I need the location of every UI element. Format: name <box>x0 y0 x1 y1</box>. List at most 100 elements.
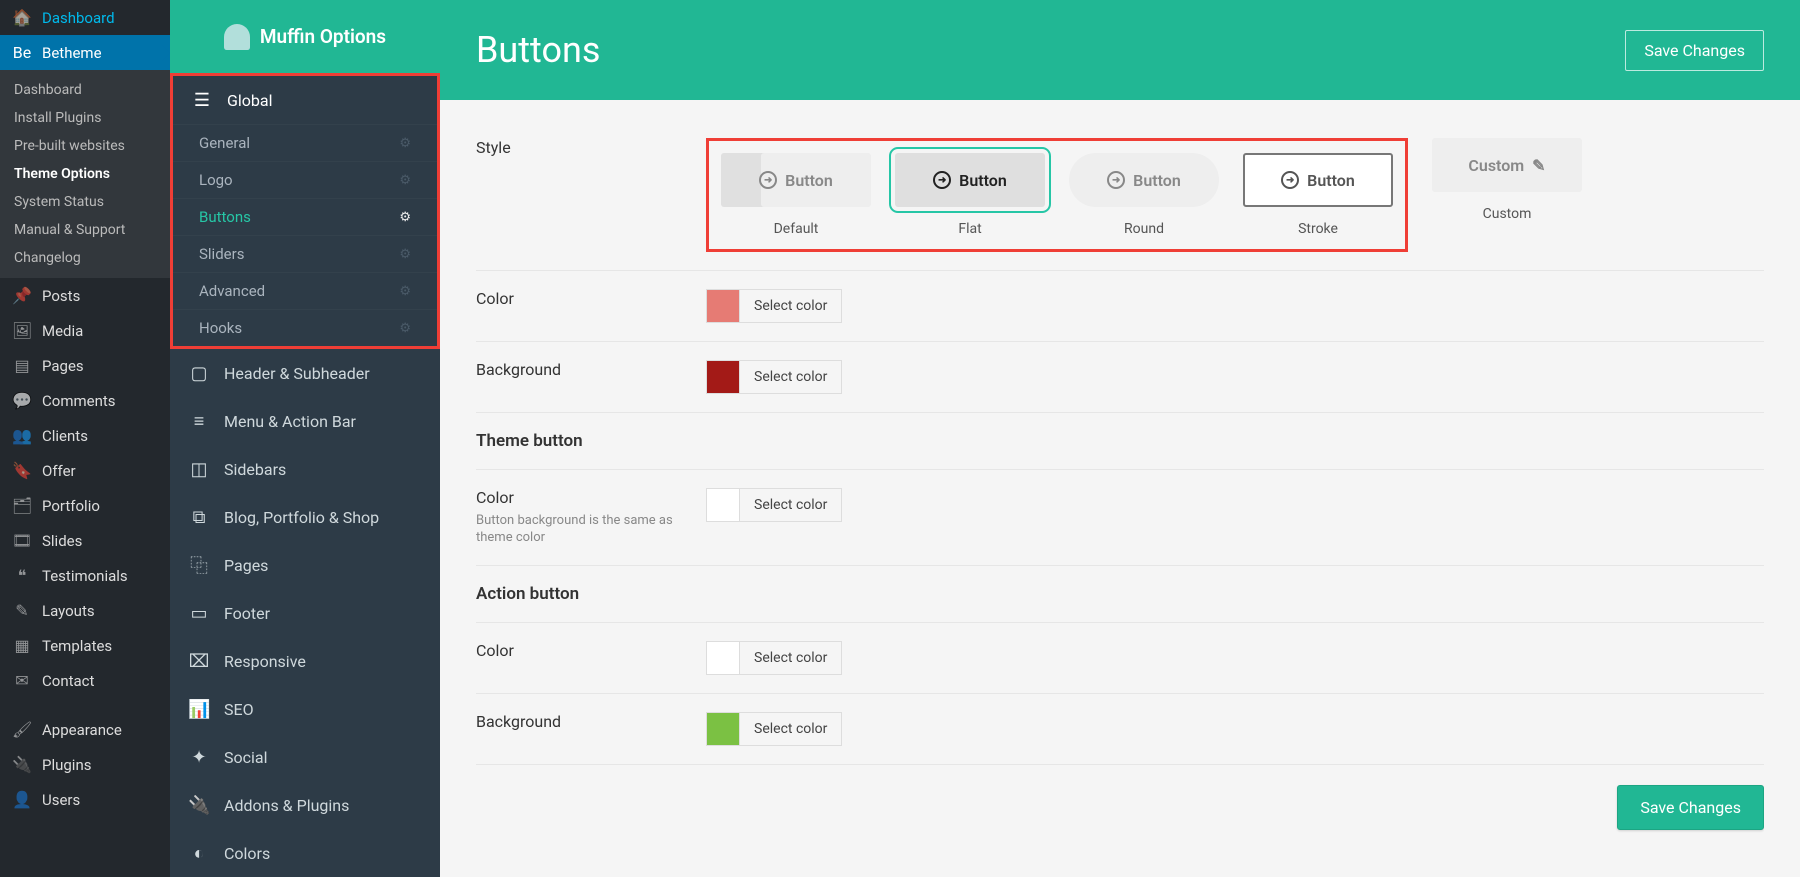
wp-item-offer[interactable]: 🔖Offer <box>0 453 170 488</box>
wp-item-comments[interactable]: 💬Comments <box>0 383 170 418</box>
muffin-cat-footer[interactable]: ▭Footer <box>170 589 440 637</box>
muffin-cat-menu-action-bar[interactable]: ≡ Menu & Action Bar <box>170 397 440 445</box>
color-picker: Select color <box>706 289 1764 323</box>
wp-item-plugins[interactable]: 🔌Plugins <box>0 747 170 782</box>
gear-icon: ⚙ <box>399 247 411 262</box>
muffin-logo-icon <box>224 24 250 50</box>
style-preview: ➜Button <box>721 153 871 207</box>
wp-sub-manual-&-support[interactable]: Manual & Support <box>0 216 170 244</box>
wp-sub-pre-built-websites[interactable]: Pre-built websites <box>0 132 170 160</box>
style-option-flat[interactable]: ➜ButtonFlat <box>895 153 1045 237</box>
wp-item-clients[interactable]: 👥Clients <box>0 418 170 453</box>
style-preview: ➜Button <box>1243 153 1393 207</box>
wp-item-layouts[interactable]: ✎Layouts <box>0 593 170 628</box>
muffin-cat-blog-portfolio-shop[interactable]: ⧉Blog, Portfolio & Shop <box>170 493 440 541</box>
wp-item-label: Betheme <box>42 44 102 62</box>
style-caption: Custom <box>1432 206 1582 222</box>
muffin-cat-header-subheader[interactable]: ▢Header & Subheader <box>170 349 440 397</box>
gear-icon: ⚙ <box>399 321 411 336</box>
muffin-sub-hooks[interactable]: Hooks⚙ <box>173 309 437 346</box>
wp-item-icon: ▤ <box>12 356 32 375</box>
style-option-round[interactable]: ➜ButtonRound <box>1069 153 1219 237</box>
color-swatch[interactable] <box>706 488 740 522</box>
wp-item-dashboard[interactable]: 🏠Dashboard <box>0 0 170 35</box>
wp-sub-install-plugins[interactable]: Install Plugins <box>0 104 170 132</box>
muffin-cat-seo[interactable]: 📊SEO <box>170 685 440 733</box>
cat-label: Social <box>224 748 267 767</box>
select-color-button[interactable]: Select color <box>740 488 842 522</box>
cat-label: Sidebars <box>224 460 286 479</box>
gear-icon: ⚙ <box>399 136 411 151</box>
cat-label: Footer <box>224 604 270 623</box>
wp-item-portfolio[interactable]: 🗂Portfolio <box>0 488 170 523</box>
muffin-sub-general[interactable]: General ⚙ <box>173 124 437 161</box>
muffin-cat-social[interactable]: ✦ Social <box>170 733 440 781</box>
muffin-cat-global[interactable]: ☰Global <box>173 76 437 124</box>
wp-sub-changelog[interactable]: Changelog <box>0 244 170 272</box>
wp-item-label: Clients <box>42 427 88 445</box>
wp-sub-dashboard[interactable]: Dashboard <box>0 76 170 104</box>
cat-label: Addons & Plugins <box>224 796 349 815</box>
wp-item-betheme[interactable]: BeBetheme <box>0 35 170 70</box>
wp-item-appearance[interactable]: 🖌Appearance <box>0 712 170 747</box>
field-label: Color <box>476 641 706 675</box>
sub-label: Advanced <box>199 282 265 300</box>
style-preview-text: Button <box>959 171 1007 190</box>
main-area: Buttons Save Changes Style ➜Button Default… <box>440 0 1800 877</box>
wp-item-icon: 🖼 <box>12 321 32 340</box>
muffin-sub-sliders[interactable]: Sliders⚙ <box>173 235 437 272</box>
muffin-cat-colors[interactable]: ◐Colors <box>170 829 440 877</box>
color-swatch[interactable] <box>706 289 740 323</box>
select-color-button[interactable]: Select color <box>740 712 842 746</box>
style-option-custom[interactable]: Custom✎Custom <box>1432 138 1582 222</box>
cat-icon: ⌧ <box>188 651 210 672</box>
muffin-sub-buttons[interactable]: Buttons⚙ <box>173 198 437 235</box>
cat-label: SEO <box>224 700 254 719</box>
wp-item-templates[interactable]: ▦Templates <box>0 628 170 663</box>
wp-item-slides[interactable]: 🎞Slides <box>0 523 170 558</box>
muffin-cat-addons-plugins[interactable]: 🔌Addons & Plugins <box>170 781 440 829</box>
save-changes-top-button[interactable]: Save Changes <box>1625 30 1764 71</box>
select-color-button[interactable]: Select color <box>740 641 842 675</box>
wp-item-label: Media <box>42 322 83 340</box>
style-option-default[interactable]: ➜Button Default <box>721 153 871 237</box>
color-swatch[interactable] <box>706 641 740 675</box>
field-label: Color <box>476 289 706 323</box>
wp-item-contact[interactable]: ✉Contact <box>0 663 170 698</box>
page-title: Buttons <box>476 29 600 71</box>
cat-label: Menu & Action Bar <box>224 412 356 431</box>
color-swatch[interactable] <box>706 712 740 746</box>
style-caption: Flat <box>895 221 1045 237</box>
color-swatch[interactable] <box>706 360 740 394</box>
cat-label: Colors <box>224 844 270 863</box>
wp-item-label: Appearance <box>42 721 122 739</box>
wp-item-users[interactable]: 👤Users <box>0 782 170 817</box>
muffin-sub-advanced[interactable]: Advanced⚙ <box>173 272 437 309</box>
wp-item-posts[interactable]: 📌Posts <box>0 278 170 313</box>
style-option-stroke[interactable]: ➜ButtonStroke <box>1243 153 1393 237</box>
wp-item-media[interactable]: 🖼 Media <box>0 313 170 348</box>
style-label: Style <box>476 138 706 252</box>
color-picker: Select color <box>706 488 1764 522</box>
cat-icon: ≡ <box>188 411 210 432</box>
muffin-cat-pages[interactable]: ⿻Pages <box>170 541 440 589</box>
save-changes-bottom-button[interactable]: Save Changes <box>1617 785 1764 830</box>
wp-sub-system-status[interactable]: System Status <box>0 188 170 216</box>
wp-item-testimonials[interactable]: ❝Testimonials <box>0 558 170 593</box>
cat-icon: ✦ <box>188 747 210 768</box>
wp-item-label: Plugins <box>42 756 91 774</box>
wp-item-pages[interactable]: ▤Pages <box>0 348 170 383</box>
muffin-sub-logo[interactable]: Logo⚙ <box>173 161 437 198</box>
muffin-cat-sidebars[interactable]: ◫Sidebars <box>170 445 440 493</box>
select-color-button[interactable]: Select color <box>740 289 842 323</box>
sub-label: General <box>199 134 250 152</box>
select-color-button[interactable]: Select color <box>740 360 842 394</box>
gear-icon: ⚙ <box>399 210 411 225</box>
pencil-icon: ✎ <box>1532 156 1545 175</box>
style-caption: Default <box>721 221 871 237</box>
wp-item-label: Templates <box>42 637 112 655</box>
wp-sub-theme-options[interactable]: Theme Options <box>0 160 170 188</box>
muffin-brand: Muffin Options <box>170 0 440 73</box>
muffin-cat-responsive[interactable]: ⌧ Responsive <box>170 637 440 685</box>
cat-label: Responsive <box>224 652 306 671</box>
